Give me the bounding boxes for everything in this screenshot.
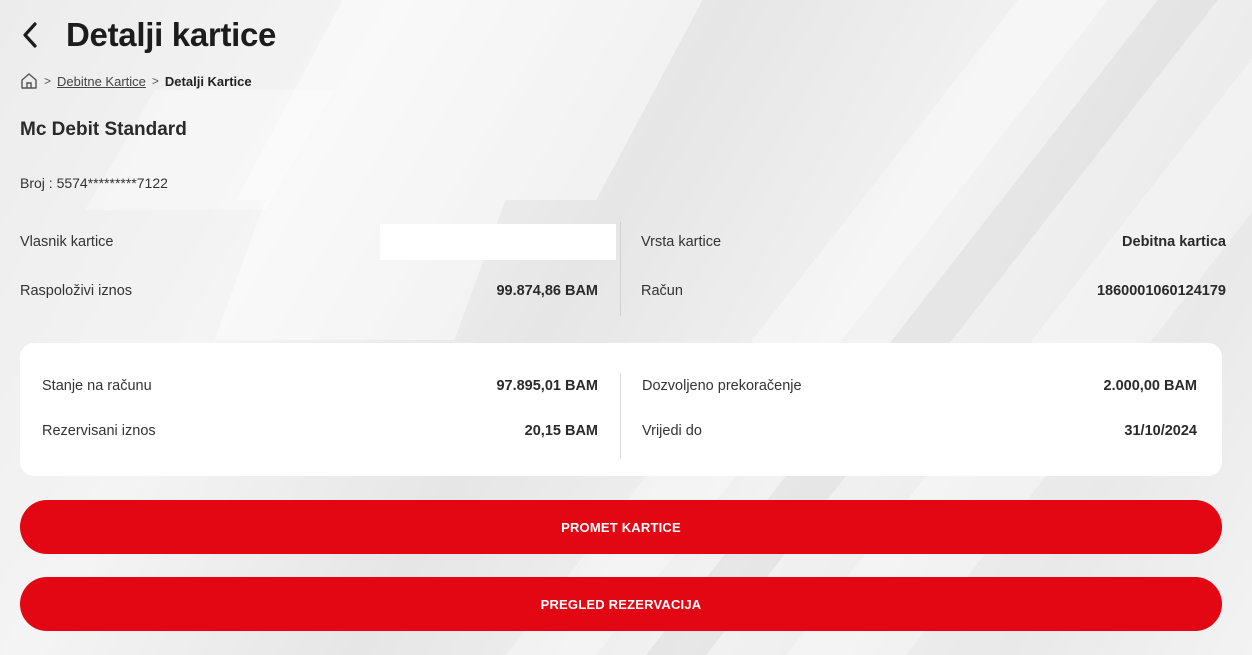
valid-until-value: 31/10/2024	[1124, 423, 1197, 439]
page-header: Detalji kartice	[22, 16, 276, 54]
home-link[interactable]	[20, 72, 38, 90]
back-button[interactable]	[22, 17, 50, 53]
card-number: Broj : 5574*********7122	[20, 175, 168, 191]
card-name: Mc Debit Standard	[20, 119, 187, 140]
background-shape	[236, 0, 724, 200]
page-title: Detalji kartice	[66, 16, 277, 53]
summary-divider	[620, 373, 621, 459]
reserved-amount-label: Rezervisani iznos	[42, 423, 156, 439]
valid-until-label: Vrijedi do	[642, 423, 702, 439]
breadcrumb-current: Detalji Kartice	[164, 73, 252, 89]
overdraft-value: 2.000,00 BAM	[1103, 378, 1198, 394]
background-shape	[782, 0, 1252, 655]
reservations-overview-button[interactable]: PREGLED REZERVACIJA	[20, 577, 1222, 631]
background-shape	[214, 200, 506, 340]
chevron-left-icon	[23, 22, 37, 48]
balance-summary-panel: Stanje na računu 97.895,01 BAM Rezervisa…	[20, 343, 1222, 476]
details-divider	[620, 222, 621, 316]
overdraft-label: Dozvoljeno prekoračenje	[642, 378, 802, 394]
account-label: Račun	[641, 283, 683, 299]
available-amount-label: Raspoloživi iznos	[20, 283, 133, 299]
chevron-right-icon: >	[44, 74, 52, 88]
card-type-value: Debitna kartica	[1122, 234, 1226, 250]
account-value: 1860001060124179	[1096, 283, 1226, 299]
card-holder-label: Vlasnik kartice	[20, 234, 114, 250]
background-shape	[85, 90, 335, 210]
background-shape	[642, 0, 1218, 655]
account-balance-value: 97.895,01 BAM	[496, 378, 598, 394]
breadcrumb: > Debitne Kartice > Detalji Kartice	[20, 72, 252, 90]
home-icon	[21, 73, 37, 89]
background-shape	[502, 0, 1108, 655]
reserved-amount-value: 20,15 BAM	[524, 423, 598, 439]
card-holder-value	[380, 224, 616, 260]
available-amount-value: 99.874,86 BAM	[496, 283, 598, 299]
card-transactions-button[interactable]: PROMET KARTICE	[20, 500, 1222, 554]
breadcrumb-debit-cards-link[interactable]: Debitne Kartice	[57, 74, 146, 89]
card-type-label: Vrsta kartice	[641, 234, 722, 250]
account-balance-label: Stanje na računu	[42, 378, 152, 394]
chevron-right-icon: >	[151, 74, 159, 88]
